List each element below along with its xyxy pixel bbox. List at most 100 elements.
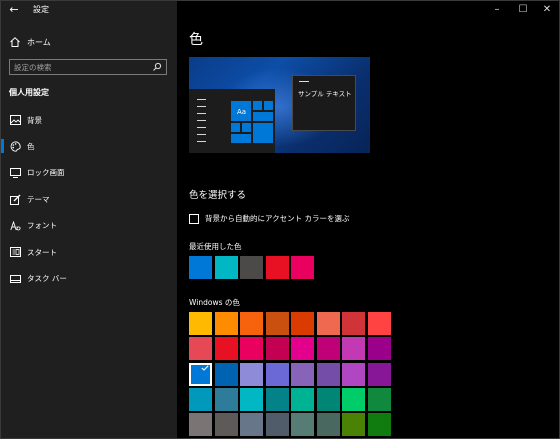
windows-color-swatch[interactable]: [240, 337, 263, 361]
home-icon: [10, 37, 20, 47]
sidebar-item-label: ロック画面: [27, 168, 65, 178]
preview-window-bar: [299, 81, 309, 82]
sidebar-item-taskbar[interactable]: タスク バー: [1, 265, 177, 291]
sidebar-item-fonts[interactable]: フォント: [1, 213, 177, 239]
windows-color-swatch[interactable]: [265, 337, 289, 361]
preview-tile: [264, 101, 273, 110]
recent-color-swatch[interactable]: [189, 256, 212, 279]
windows-color-swatch[interactable]: [316, 337, 340, 361]
windows-color-swatch[interactable]: [316, 387, 340, 411]
sidebar-item-label: フォント: [27, 221, 57, 231]
preview-tile: [253, 123, 273, 143]
windows-color-swatch[interactable]: [214, 362, 238, 386]
windows-color-swatch[interactable]: [265, 312, 289, 335]
windows-color-swatch[interactable]: [342, 337, 365, 361]
windows-color-swatch[interactable]: [342, 312, 365, 335]
sidebar-item-label: スタート: [27, 247, 57, 257]
sidebar-item-background[interactable]: 背景: [1, 107, 177, 133]
preview-menu-line: [197, 134, 206, 135]
windows-color-swatch[interactable]: [291, 413, 314, 437]
main-content: 色 Aa サンプル テキスト 色を選択する 背景から自動的にアクセント カラーを…: [177, 1, 559, 438]
settings-window: ホーム 個人用設定 背景 色 ロック画面 テーマ: [0, 0, 560, 439]
windows-color-swatch[interactable]: [367, 413, 391, 437]
windows-color-swatch[interactable]: [189, 387, 212, 411]
windows-color-swatch[interactable]: [189, 413, 212, 437]
windows-color-swatch[interactable]: [291, 337, 314, 361]
home-link[interactable]: ホーム: [9, 35, 51, 49]
sidebar-item-label: タスク バー: [27, 274, 67, 284]
taskbar-icon: [9, 273, 21, 285]
windows-color-swatch[interactable]: [291, 387, 314, 411]
sidebar-item-label: テーマ: [27, 194, 50, 204]
preview-tile: [231, 123, 240, 132]
windows-color-swatch[interactable]: [265, 413, 289, 437]
windows-color-swatch[interactable]: [316, 312, 340, 335]
windows-color-swatch[interactable]: [189, 337, 212, 361]
color-preview: Aa サンプル テキスト: [189, 57, 370, 153]
preview-tile: [253, 112, 273, 121]
windows-color-swatch[interactable]: [367, 387, 391, 411]
choose-color-heading: 色を選択する: [189, 190, 247, 201]
start-icon: [9, 246, 21, 258]
preview-menu-line: [197, 113, 206, 114]
windows-color-swatch[interactable]: [367, 362, 391, 386]
window-title: 設定: [33, 5, 49, 14]
windows-color-swatch[interactable]: [367, 337, 391, 361]
search-box[interactable]: [9, 59, 167, 75]
preview-menu-line: [197, 99, 206, 100]
windows-color-swatch[interactable]: [189, 312, 212, 335]
sidebar-item-start[interactable]: スタート: [1, 239, 177, 265]
windows-color-swatch[interactable]: [240, 413, 263, 437]
home-label: ホーム: [27, 37, 51, 47]
sidebar-item-lock-screen[interactable]: ロック画面: [1, 160, 177, 186]
auto-accent-checkbox[interactable]: 背景から自動的にアクセント カラーを選ぶ: [189, 213, 350, 224]
lock-screen-icon: [9, 167, 21, 179]
recent-color-swatch[interactable]: [214, 256, 238, 279]
preview-tile: [242, 123, 251, 132]
theme-brush-icon: [9, 193, 21, 205]
windows-color-swatch[interactable]: [240, 387, 263, 411]
windows-color-swatch[interactable]: [214, 413, 238, 437]
windows-color-swatch[interactable]: [316, 362, 340, 386]
windows-color-swatch[interactable]: [265, 387, 289, 411]
preview-window: サンプル テキスト: [292, 75, 356, 131]
preview-menu-line: [197, 127, 206, 128]
windows-color-swatch[interactable]: [291, 312, 314, 335]
checkbox-label: 背景から自動的にアクセント カラーを選ぶ: [205, 214, 350, 223]
windows-color-swatch[interactable]: [265, 362, 289, 386]
recent-color-swatch[interactable]: [240, 256, 263, 279]
windows-colors-label: Windows の色: [189, 298, 240, 307]
font-icon: [9, 220, 21, 232]
windows-color-swatch[interactable]: [291, 362, 314, 386]
windows-color-swatch[interactable]: [240, 362, 263, 386]
preview-menu-line: [197, 141, 206, 142]
back-arrow-icon[interactable]: ←: [7, 3, 21, 17]
sidebar: ホーム 個人用設定 背景 色 ロック画面 テーマ: [1, 1, 177, 438]
preview-menu-line: [197, 120, 206, 121]
windows-color-swatch[interactable]: [214, 312, 238, 335]
preview-tile: [253, 101, 262, 110]
windows-color-swatch[interactable]: [367, 312, 391, 335]
search-icon[interactable]: [152, 62, 162, 72]
search-input[interactable]: [14, 61, 144, 73]
windows-color-swatch[interactable]: [240, 312, 263, 335]
windows-color-swatch[interactable]: [189, 362, 212, 386]
windows-color-swatch[interactable]: [342, 413, 365, 437]
checkbox-box[interactable]: [189, 213, 199, 224]
windows-color-swatch[interactable]: [342, 362, 365, 386]
sidebar-item-label: 色: [27, 142, 35, 152]
sidebar-item-colors[interactable]: 色: [1, 133, 177, 159]
recent-color-swatch[interactable]: [291, 256, 314, 279]
sidebar-item-themes[interactable]: テーマ: [1, 186, 177, 212]
sidebar-item-label: 背景: [27, 115, 42, 125]
windows-color-swatch[interactable]: [214, 337, 238, 361]
windows-color-swatch[interactable]: [214, 387, 238, 411]
recent-colors-label: 最近使用した色: [189, 242, 242, 251]
picture-icon: [9, 114, 21, 126]
recent-color-swatch[interactable]: [265, 256, 289, 279]
windows-color-swatch[interactable]: [342, 387, 365, 411]
preview-start-menu: Aa: [189, 89, 275, 153]
preview-tile-text: Aa: [237, 108, 247, 116]
windows-color-swatch[interactable]: [316, 413, 340, 437]
page-title: 色: [189, 32, 203, 48]
